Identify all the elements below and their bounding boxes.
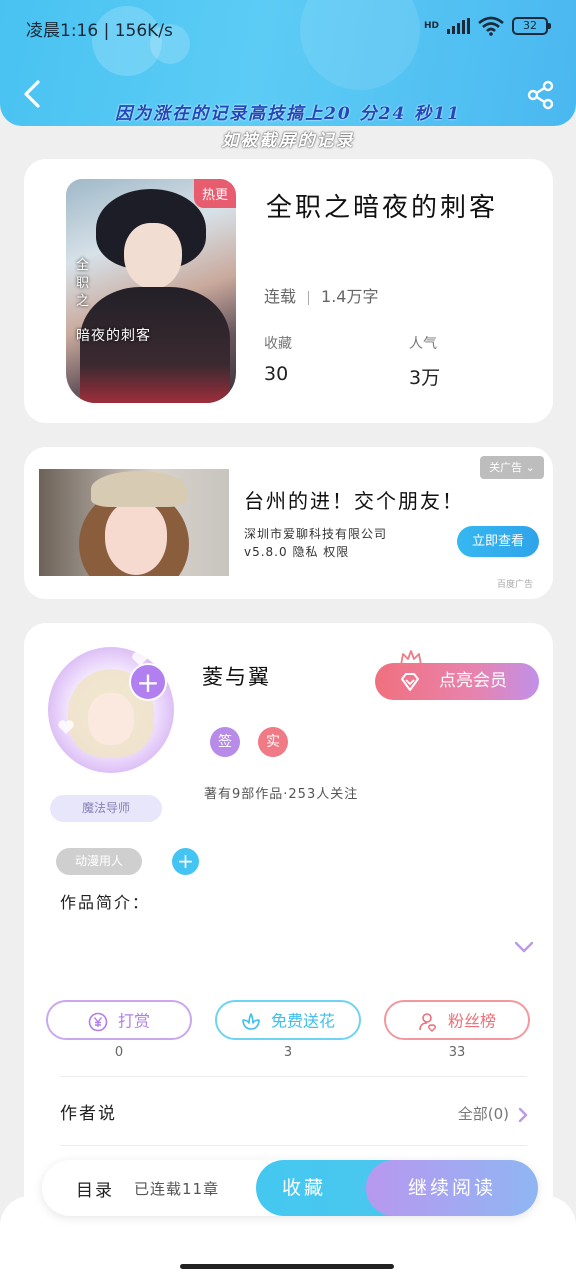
divider <box>308 290 310 305</box>
author-stats: 著有9部作品·253人关注 <box>204 787 359 802</box>
verified-badge: 实 <box>258 727 288 757</box>
favorites-stat: 收藏 30 <box>264 333 292 385</box>
cover-vertical-title: 全职之 <box>76 258 90 309</box>
chevron-right-icon <box>518 1107 528 1122</box>
bottom-action-bar: 目录 已连载11章 收藏 继续阅读 <box>42 1160 538 1216</box>
battery-icon: 32 <box>512 17 551 35</box>
fan-ranking-button[interactable]: 粉丝榜 <box>384 1000 530 1040</box>
signed-badge: 签 <box>210 727 240 757</box>
avatar-art <box>88 693 134 745</box>
ad-version: v5.8.0 隐私 权限 <box>244 545 350 559</box>
network-type: HD <box>423 20 439 31</box>
all-link-label: 全部(0) <box>457 1105 509 1123</box>
avatar-title-badge: 魔法导师 <box>50 795 162 822</box>
status-icons: HD 32 <box>423 16 551 36</box>
tip-label: 打赏 <box>117 1011 150 1031</box>
ad-art <box>105 501 167 575</box>
stat-label: 收藏 <box>264 336 292 352</box>
reader-tag[interactable]: 动漫用人 <box>56 848 142 875</box>
yen-icon <box>88 1012 108 1031</box>
toc-button[interactable]: 目录 <box>76 1176 114 1201</box>
continue-reading-button[interactable]: 继续阅读 <box>366 1160 538 1216</box>
screenshot-watermark: 因为涨在的记录高技搞上20 分24 秒11 <box>115 104 461 124</box>
ad-art <box>91 471 187 507</box>
user-heart-icon <box>419 1012 436 1032</box>
send-flower-button[interactable]: 免费送花 <box>215 1000 361 1040</box>
screenshot-watermark-2: 如被截屏的记录 <box>221 131 355 151</box>
author-name[interactable]: 菱与翼 <box>202 661 271 691</box>
signal-icon <box>447 18 470 34</box>
book-title: 全职之暗夜的刺客 <box>266 193 499 223</box>
divider <box>60 1145 527 1146</box>
book-cover[interactable]: 全职之 暗夜的刺客 热更 <box>66 179 236 403</box>
cover-title: 暗夜的刺客 <box>76 328 151 344</box>
header: 凌晨1:16 | 156K/s HD 32 因为涨在的记录高技搞上20 分24 … <box>0 0 576 126</box>
tip-button[interactable]: 打赏 <box>46 1000 192 1040</box>
diamond-icon <box>401 673 419 691</box>
heart-icon <box>58 720 74 734</box>
stat-value: 30 <box>264 363 289 385</box>
cover-art <box>80 287 230 403</box>
vip-button-label: 点亮会员 <box>439 671 507 691</box>
follow-plus-button[interactable]: + <box>129 663 167 701</box>
book-info-card: 全职之 暗夜的刺客 热更 全职之暗夜的刺客 连载 1.4万字 收藏 30 人气 3… <box>24 159 553 423</box>
chapter-count: 已连载11章 <box>134 1180 220 1198</box>
stat-value: 3万 <box>409 367 441 389</box>
ad-tag: 百度广告 <box>496 580 533 590</box>
word-count: 1.4万字 <box>321 287 379 306</box>
home-indicator[interactable] <box>180 1264 394 1269</box>
wifi-icon <box>478 16 504 36</box>
decor-bubble <box>300 0 420 90</box>
intro-label: 作品简介： <box>60 893 151 912</box>
cover-art <box>124 223 182 289</box>
tip-count: 0 <box>114 1045 124 1060</box>
crown-icon <box>400 650 422 666</box>
ad-company: 深圳市爱聊科技有限公司 <box>244 527 388 541</box>
ad-cta-button[interactable]: 立即查看 <box>457 526 539 557</box>
hot-badge: 热更 <box>193 179 236 208</box>
fan-count: 33 <box>448 1045 466 1060</box>
divider <box>60 1076 527 1077</box>
ad-card[interactable]: 台州的进！交个朋友！ 深圳市爱聊科技有限公司 v5.8.0 隐私 权限 关广告 … <box>24 447 553 599</box>
chevron-down-icon[interactable] <box>513 939 535 955</box>
ad-image[interactable] <box>39 469 229 576</box>
popularity-stat: 人气 3万 <box>409 333 440 390</box>
close-ad-label: 关广告 <box>489 461 523 474</box>
close-ad-button[interactable]: 关广告 ⌄ <box>480 456 544 479</box>
vip-button[interactable]: 点亮会员 <box>375 650 539 700</box>
send-flower-label: 免费送花 <box>270 1011 335 1031</box>
author-says-label: 作者说 <box>60 1104 117 1124</box>
stat-label: 人气 <box>409 336 437 352</box>
flower-icon <box>242 1012 260 1030</box>
ad-headline: 台州的进！交个朋友！ <box>244 489 464 513</box>
add-tag-button[interactable]: + <box>172 848 199 875</box>
status-time: 凌晨1:16 | 156K/s <box>26 21 173 41</box>
flower-count: 3 <box>283 1045 293 1060</box>
book-status: 连载 <box>264 287 297 306</box>
book-meta: 连载 1.4万字 <box>264 283 378 307</box>
fan-ranking-label: 粉丝榜 <box>447 1011 496 1031</box>
author-says-all-link[interactable]: 全部(0) <box>458 1103 529 1124</box>
